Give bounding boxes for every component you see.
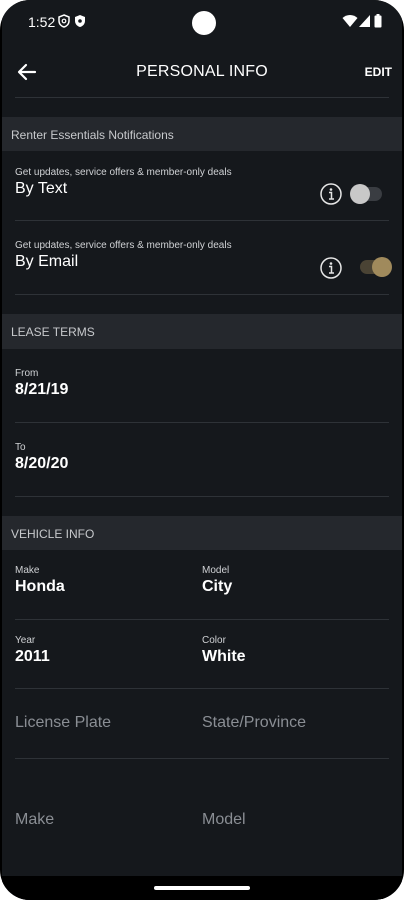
- toggle-knob: [350, 184, 370, 204]
- shield-outline-icon: [58, 14, 70, 28]
- section-header-lease-terms: LEASE TERMS: [2, 314, 402, 349]
- divider: [15, 619, 389, 620]
- section-header-vehicle-info: VEHICLE INFO: [2, 516, 402, 550]
- info-icon[interactable]: [320, 257, 342, 279]
- model-field[interactable]: Model: [202, 811, 246, 829]
- battery-icon: [374, 14, 382, 28]
- section-title: Renter Essentials Notifications: [11, 128, 174, 142]
- device-frame: 1:52 PERSONAL INFO EDIT Renter Essential…: [0, 0, 404, 900]
- row-subtitle: Get updates, service offers & member-onl…: [15, 240, 232, 251]
- shield-filled-icon: [75, 15, 85, 27]
- app-bar: PERSONAL INFO EDIT: [2, 44, 402, 100]
- divider: [15, 97, 389, 98]
- toggle-knob: [372, 257, 392, 277]
- color-value: White: [202, 648, 246, 665]
- camera-cutout: [192, 11, 216, 35]
- text-notifications-toggle[interactable]: [350, 184, 382, 204]
- model-label: Model: [202, 565, 230, 576]
- section-header-notifications: Renter Essentials Notifications: [2, 117, 402, 151]
- divider: [15, 422, 389, 423]
- section-title: LEASE TERMS: [11, 325, 95, 339]
- lease-to-label: To: [15, 442, 26, 453]
- screen: 1:52 PERSONAL INFO EDIT Renter Essential…: [2, 0, 402, 900]
- info-icon[interactable]: [320, 183, 342, 205]
- email-notifications-toggle[interactable]: [360, 257, 392, 277]
- status-time: 1:52: [28, 14, 56, 30]
- divider: [15, 496, 389, 497]
- model-value: City: [202, 578, 233, 595]
- section-title: VEHICLE INFO: [11, 527, 95, 541]
- make-value: Honda: [15, 578, 65, 595]
- divider: [15, 688, 389, 689]
- color-label: Color: [202, 635, 226, 646]
- make-label: Make: [15, 565, 40, 576]
- license-plate-field[interactable]: License Plate: [15, 714, 111, 732]
- home-indicator[interactable]: [154, 886, 250, 890]
- status-bar: 1:52: [2, 0, 402, 44]
- make-field[interactable]: Make: [15, 811, 54, 829]
- divider: [15, 758, 389, 759]
- year-label: Year: [15, 635, 36, 646]
- wifi-icon: [342, 15, 358, 27]
- state-province-field[interactable]: State/Province: [202, 714, 306, 732]
- edit-button[interactable]: EDIT: [365, 65, 392, 79]
- page-title: PERSONAL INFO: [136, 63, 268, 80]
- lease-to-value: 8/20/20: [15, 455, 69, 472]
- year-value: 2011: [15, 648, 50, 665]
- lease-from-value: 8/21/19: [15, 381, 69, 398]
- row-label: By Email: [15, 253, 79, 270]
- cellular-signal-icon: [359, 15, 370, 27]
- divider: [15, 220, 389, 221]
- lease-from-label: From: [15, 368, 39, 379]
- divider: [15, 294, 389, 295]
- row-subtitle: Get updates, service offers & member-onl…: [15, 167, 232, 178]
- row-label: By Text: [15, 180, 68, 197]
- system-nav-bar: [2, 876, 402, 900]
